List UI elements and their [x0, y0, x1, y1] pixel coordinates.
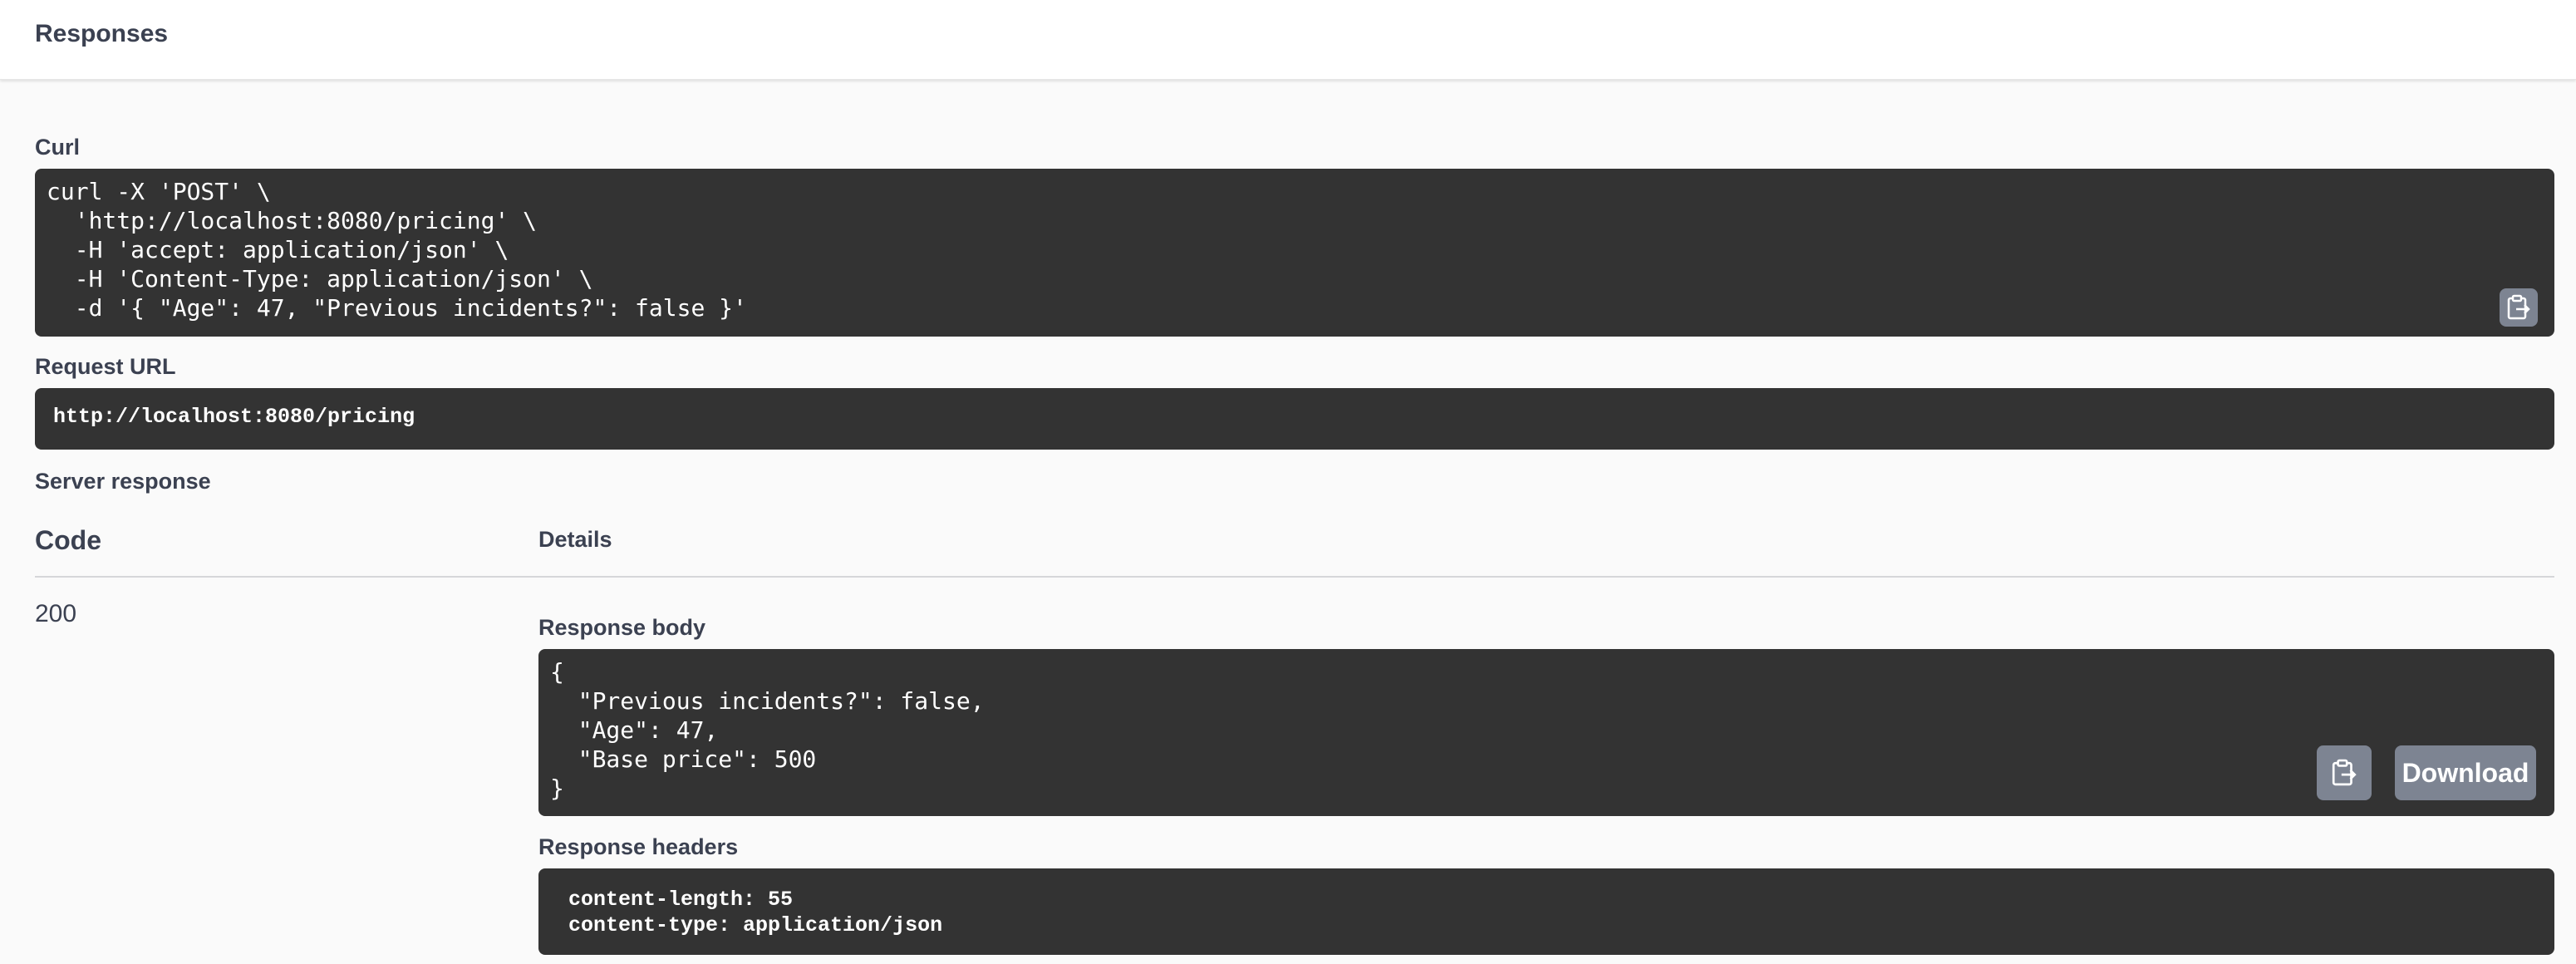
curl-label: Curl [35, 135, 80, 160]
request-url-value[interactable]: http://localhost:8080/pricing [53, 405, 415, 429]
download-button[interactable]: Download [2395, 745, 2536, 800]
clipboard-copy-icon [2507, 294, 2530, 320]
response-body-label: Response body [538, 615, 706, 640]
response-headers-block[interactable]: content-length: 55 content-type: applica… [538, 868, 2554, 955]
response-body-block[interactable]: { "Previous incidents?": false, "Age": 4… [538, 649, 2554, 816]
request-url-label: Request URL [35, 354, 176, 379]
copy-curl-button[interactable] [2500, 288, 2538, 327]
clipboard-copy-icon [2332, 759, 2357, 786]
response-headers-content[interactable]: content-length: 55 content-type: applica… [568, 887, 942, 938]
curl-code-block[interactable]: curl -X 'POST' \ 'http://localhost:8080/… [35, 169, 2554, 337]
response-headers-label: Response headers [538, 834, 739, 859]
responses-header: Responses [0, 0, 2576, 80]
code-column-header: Code [35, 525, 101, 555]
response-body-content[interactable]: { "Previous incidents?": false, "Age": 4… [550, 657, 985, 803]
table-divider [35, 576, 2554, 578]
server-response-label: Server response [35, 469, 211, 494]
details-column-header: Details [538, 527, 612, 552]
copy-response-button[interactable] [2317, 745, 2372, 800]
curl-command[interactable]: curl -X 'POST' \ 'http://localhost:8080/… [47, 177, 747, 322]
request-url-block[interactable]: http://localhost:8080/pricing [35, 388, 2554, 450]
response-status-code: 200 [35, 600, 77, 627]
responses-title: Responses [35, 20, 169, 47]
